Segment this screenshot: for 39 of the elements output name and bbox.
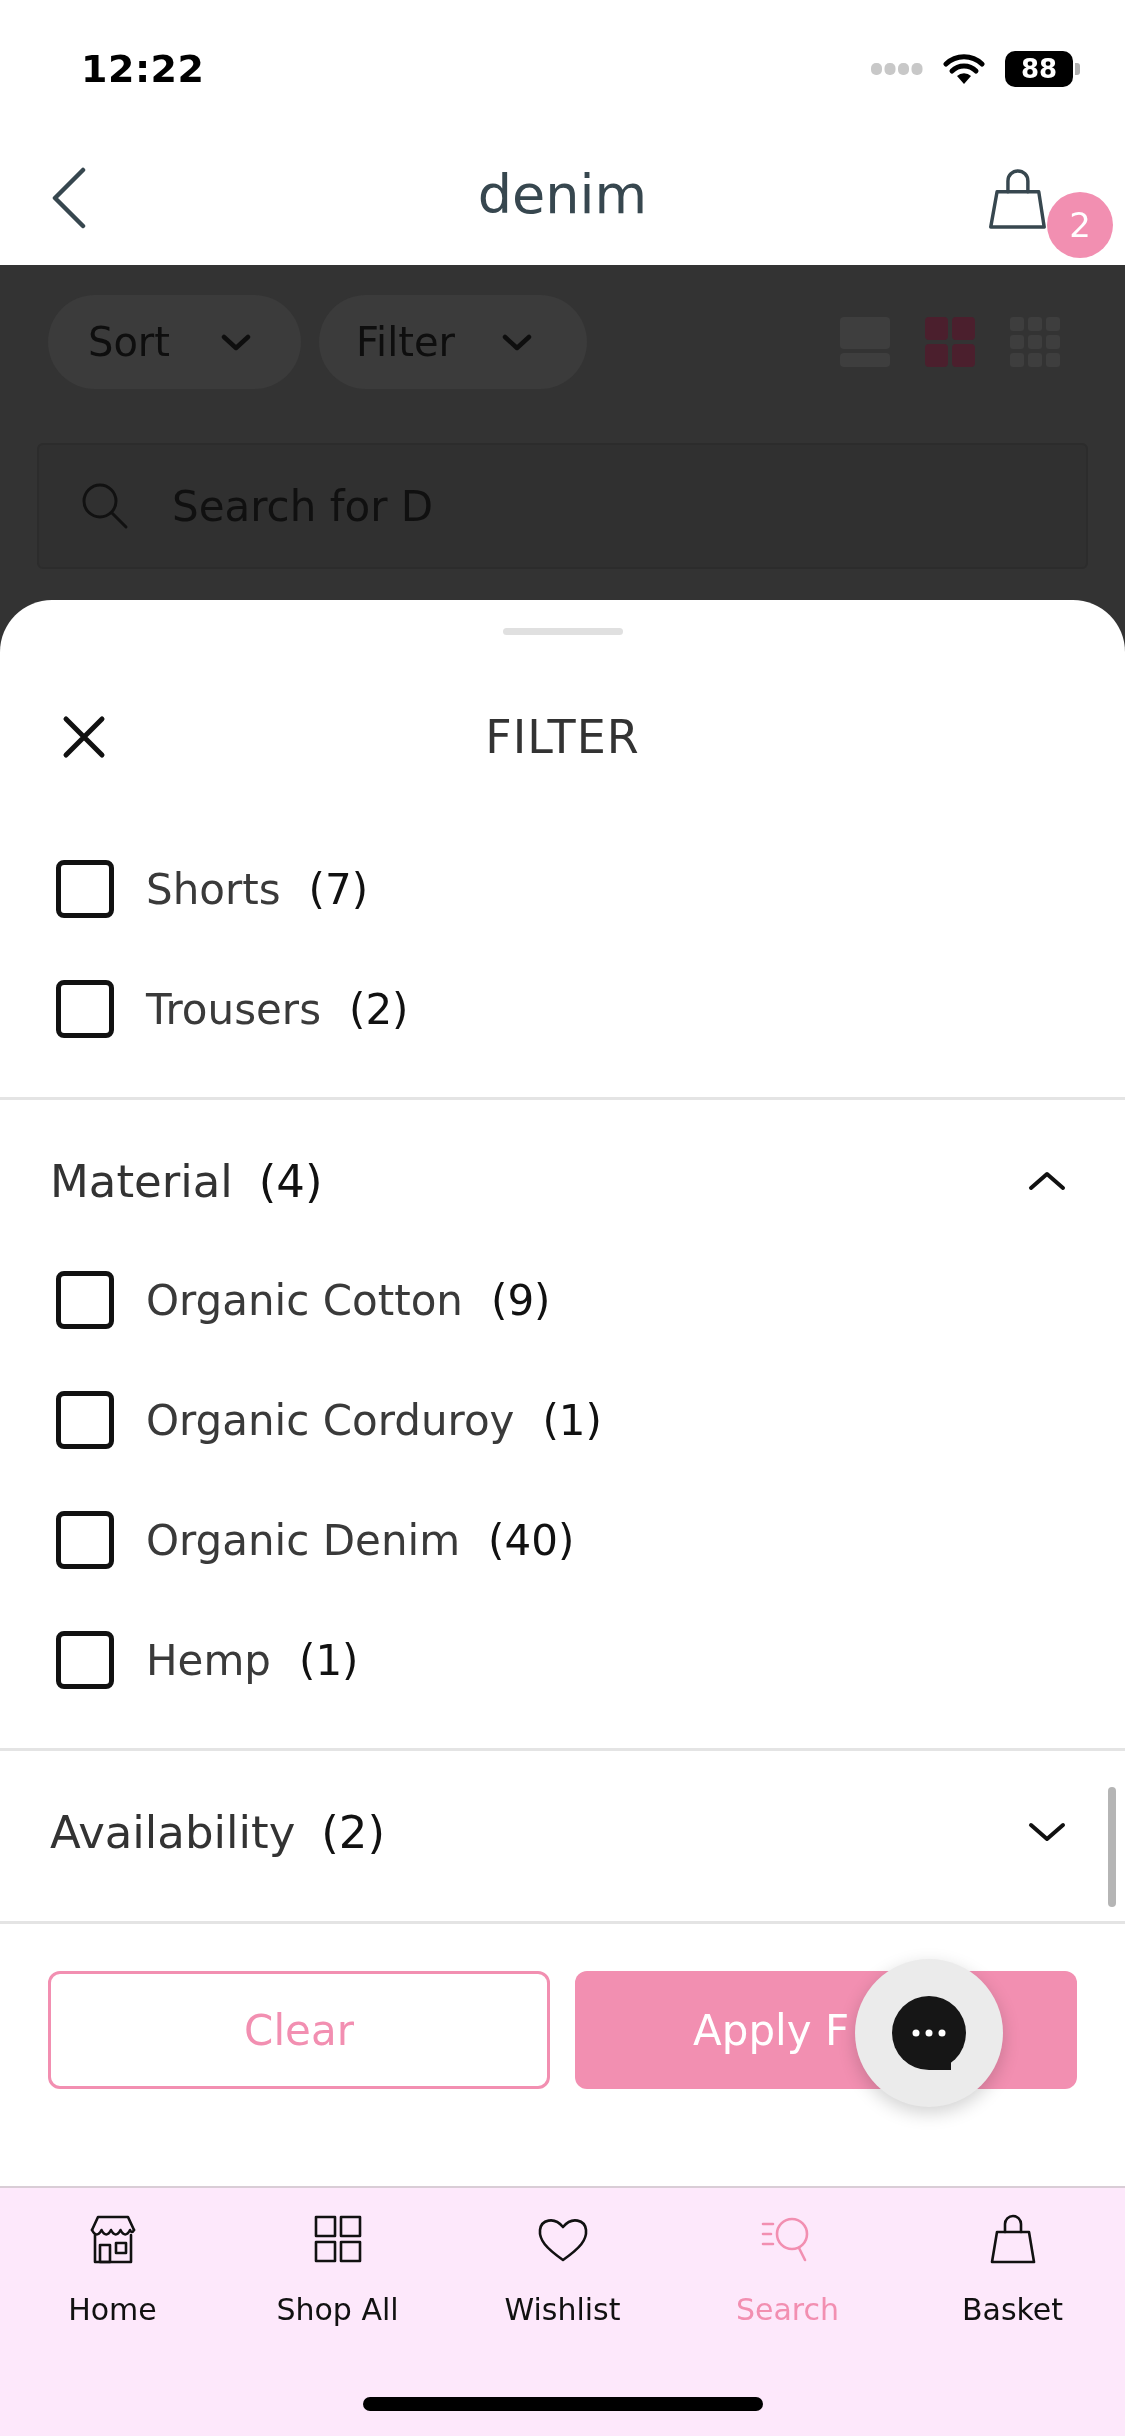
checkbox[interactable] xyxy=(56,1391,114,1449)
nav-tab[interactable]: Home xyxy=(0,2188,225,2328)
checkbox[interactable] xyxy=(56,1271,114,1329)
status-time: 12:22 xyxy=(81,47,205,91)
checkbox[interactable] xyxy=(56,1631,114,1689)
option-count: (40) xyxy=(488,1515,575,1565)
wifi-icon xyxy=(943,53,985,85)
option-label: Organic Corduroy xyxy=(146,1395,515,1445)
chevron-down-icon xyxy=(502,333,532,351)
option-label: Shorts xyxy=(146,864,281,914)
option-label: Trousers xyxy=(146,984,321,1034)
option-label: Hemp xyxy=(146,1635,271,1685)
chevron-down-icon xyxy=(221,333,251,351)
section-header[interactable]: Material (4) xyxy=(0,1140,1125,1222)
battery-indicator: 88 xyxy=(1005,51,1080,87)
checkbox[interactable] xyxy=(56,980,114,1038)
back-icon[interactable] xyxy=(51,166,87,229)
option-count: (7) xyxy=(308,864,369,914)
nav-tab[interactable]: Wishlist xyxy=(450,2188,675,2328)
page-title: denim xyxy=(477,163,648,228)
option-count: (1) xyxy=(542,1395,602,1445)
sheet-title: FILTER xyxy=(485,710,640,764)
section-header[interactable]: Availability (2) xyxy=(0,1791,1125,1873)
drag-handle[interactable] xyxy=(502,628,623,635)
checkbox[interactable] xyxy=(56,1511,114,1569)
signal-icon xyxy=(871,62,923,76)
nav-tab[interactable]: Basket xyxy=(900,2188,1125,2328)
search-icon xyxy=(81,482,129,530)
chat-bubble-icon xyxy=(892,1996,966,2070)
option-label: Organic Denim xyxy=(146,1515,461,1565)
option-count: (2) xyxy=(349,984,409,1034)
option-label: Organic Cotton xyxy=(146,1275,463,1325)
basket-icon[interactable] xyxy=(988,167,1046,230)
close-icon[interactable] xyxy=(62,715,106,759)
basket-count-badge: 2 xyxy=(1047,191,1113,258)
nav-tab[interactable]: Shop All xyxy=(225,2188,450,2328)
option-count: (9) xyxy=(491,1275,551,1325)
option-count: (1) xyxy=(299,1635,359,1685)
checkbox[interactable] xyxy=(56,860,114,918)
